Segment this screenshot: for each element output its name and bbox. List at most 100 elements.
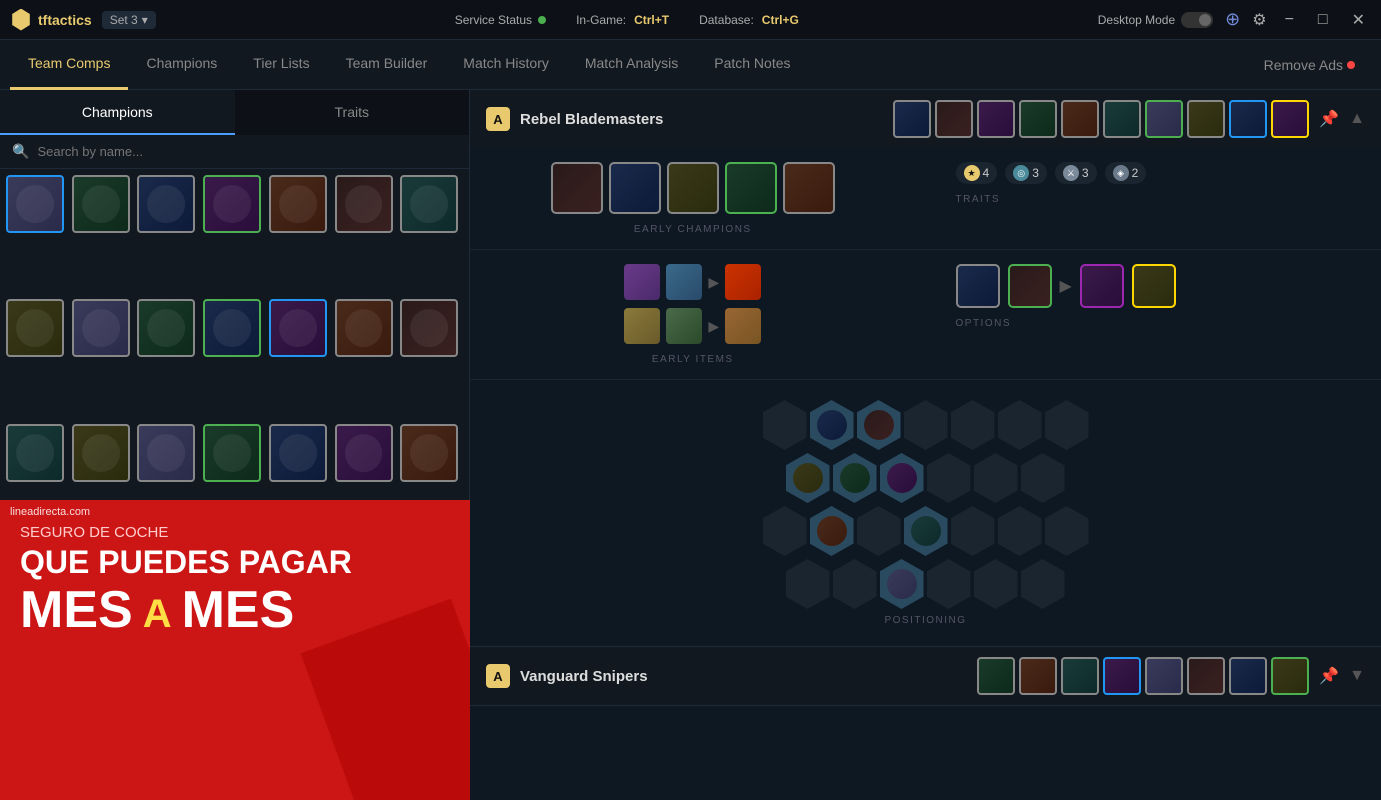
app-logo: tftactics	[10, 9, 92, 31]
champion-avatar[interactable]	[335, 424, 393, 482]
traits-section: ★ 4 ◎ 3 ⚔ 3 ◈	[916, 148, 1381, 249]
champion-avatar[interactable]	[400, 175, 458, 233]
hex-cell-inactive[interactable]	[951, 400, 995, 450]
ad-a: A	[143, 592, 172, 637]
pin-icon-2[interactable]: 📌	[1319, 666, 1339, 686]
rebel-trait-icon: ★	[964, 165, 980, 181]
nav-tab-match-analysis[interactable]: Match Analysis	[567, 40, 696, 90]
comp-row-early: EARLY CHAMPIONS ★ 4 ◎ 3	[470, 148, 1381, 250]
hex-cell-occupied[interactable]	[857, 400, 901, 450]
header-champion	[977, 100, 1015, 138]
hex-cell-inactive[interactable]	[951, 506, 995, 556]
champion-avatar[interactable]	[203, 299, 261, 357]
hex-cell-inactive[interactable]	[1021, 453, 1065, 503]
remove-ads-button[interactable]: Remove Ads	[1248, 40, 1371, 90]
hex-cell-occupied[interactable]	[810, 506, 854, 556]
champion-avatar[interactable]	[137, 424, 195, 482]
champion-avatar[interactable]	[137, 299, 195, 357]
hex-cell-inactive[interactable]	[904, 400, 948, 450]
close-button[interactable]: ✕	[1346, 8, 1371, 32]
champion-avatar[interactable]	[203, 175, 261, 233]
ad-mes-2: MES	[182, 584, 295, 636]
chevron-up-icon[interactable]: ▲	[1349, 110, 1365, 128]
champion-avatar[interactable]	[6, 175, 64, 233]
nav-tab-champions[interactable]: Champions	[128, 40, 235, 90]
hex-cell-inactive[interactable]	[1045, 506, 1089, 556]
search-bar: 🔍	[0, 135, 469, 169]
hex-cell-inactive[interactable]	[974, 559, 1018, 609]
hex-row	[786, 559, 1089, 609]
header-champion	[1019, 657, 1057, 695]
ad-url: lineadirecta.com	[0, 500, 470, 524]
nav-tab-match-history[interactable]: Match History	[445, 40, 567, 90]
champion-avatar[interactable]	[6, 424, 64, 482]
hex-cell-inactive[interactable]	[833, 559, 877, 609]
hex-cell-inactive[interactable]	[786, 559, 830, 609]
desktop-mode-toggle[interactable]: Desktop Mode	[1098, 12, 1213, 28]
sub-tab-champions[interactable]: Champions	[0, 90, 235, 135]
hex-cell-occupied[interactable]	[904, 506, 948, 556]
champion-avatar[interactable]	[203, 424, 261, 482]
header-champion	[1145, 657, 1183, 695]
settings-icon[interactable]: ⚙	[1252, 10, 1266, 30]
sub-tab-traits[interactable]: Traits	[235, 90, 470, 135]
hex-cell-inactive[interactable]	[763, 400, 807, 450]
hex-cell-occupied[interactable]	[880, 559, 924, 609]
header-champion	[1061, 657, 1099, 695]
options-label: OPTIONS	[956, 318, 1012, 329]
item-recipe-2: ▶	[624, 308, 761, 344]
champion-avatar[interactable]	[72, 299, 130, 357]
comp-champions-rebel	[893, 100, 1309, 138]
champion-avatar[interactable]	[335, 175, 393, 233]
header-champion	[1229, 100, 1267, 138]
minimize-button[interactable]: −	[1279, 9, 1300, 31]
comp-header-rebel[interactable]: A Rebel Blademasters 📌 ▲	[470, 90, 1381, 148]
positioning-label: POSITIONING	[884, 615, 966, 626]
hex-cell-inactive[interactable]	[998, 400, 1042, 450]
maximize-button[interactable]: □	[1312, 9, 1334, 31]
header-champion	[893, 100, 931, 138]
champion-avatar[interactable]	[400, 299, 458, 357]
champion-avatar[interactable]	[269, 299, 327, 357]
title-bar-right: Desktop Mode ⊕ ⚙ − □ ✕	[1098, 8, 1371, 32]
champion-avatar[interactable]	[269, 175, 327, 233]
champion-avatar[interactable]	[137, 175, 195, 233]
hex-cell-inactive[interactable]	[998, 506, 1042, 556]
early-champions-section: EARLY CHAMPIONS	[470, 148, 916, 249]
status-dot	[538, 16, 546, 24]
hex-row	[786, 453, 1089, 503]
champion-avatar[interactable]	[72, 424, 130, 482]
hex-cell-inactive[interactable]	[763, 506, 807, 556]
champion-avatar[interactable]	[335, 299, 393, 357]
champion-avatar[interactable]	[6, 299, 64, 357]
hex-cell-inactive[interactable]	[1021, 559, 1065, 609]
hex-cell-inactive[interactable]	[1045, 400, 1089, 450]
nav-tab-patch-notes[interactable]: Patch Notes	[696, 40, 808, 90]
toggle-switch[interactable]	[1181, 12, 1213, 28]
hex-cell-inactive[interactable]	[857, 506, 901, 556]
advertisement: lineadirecta.com SEGURO DE COCHE QUE PUE…	[0, 500, 470, 800]
pin-icon[interactable]: 📌	[1319, 109, 1339, 129]
hex-cell-inactive[interactable]	[927, 559, 971, 609]
champion-avatar[interactable]	[72, 175, 130, 233]
hex-cell-occupied[interactable]	[810, 400, 854, 450]
hex-cell-inactive[interactable]	[927, 453, 971, 503]
comp-header-vanguard[interactable]: A Vanguard Snipers 📌 ▼	[470, 647, 1381, 705]
header-champion	[1271, 657, 1309, 695]
hex-cell-occupied[interactable]	[786, 453, 830, 503]
hex-cell-occupied[interactable]	[880, 453, 924, 503]
hex-cell-occupied[interactable]	[833, 453, 877, 503]
early-champ-2	[609, 162, 661, 214]
hex-cell-inactive[interactable]	[974, 453, 1018, 503]
set-badge[interactable]: Set 3 ▾	[102, 11, 156, 29]
comp-card-rebel-blademasters: A Rebel Blademasters 📌 ▲	[470, 90, 1381, 647]
header-champion	[1019, 100, 1057, 138]
chevron-down-icon[interactable]: ▼	[1349, 667, 1365, 685]
discord-icon[interactable]: ⊕	[1225, 9, 1240, 30]
champion-avatar[interactable]	[400, 424, 458, 482]
nav-tab-team-builder[interactable]: Team Builder	[328, 40, 446, 90]
nav-tab-team-comps[interactable]: Team Comps	[10, 40, 128, 90]
champion-avatar[interactable]	[269, 424, 327, 482]
nav-tab-tier-lists[interactable]: Tier Lists	[235, 40, 327, 90]
search-input[interactable]	[37, 144, 457, 159]
